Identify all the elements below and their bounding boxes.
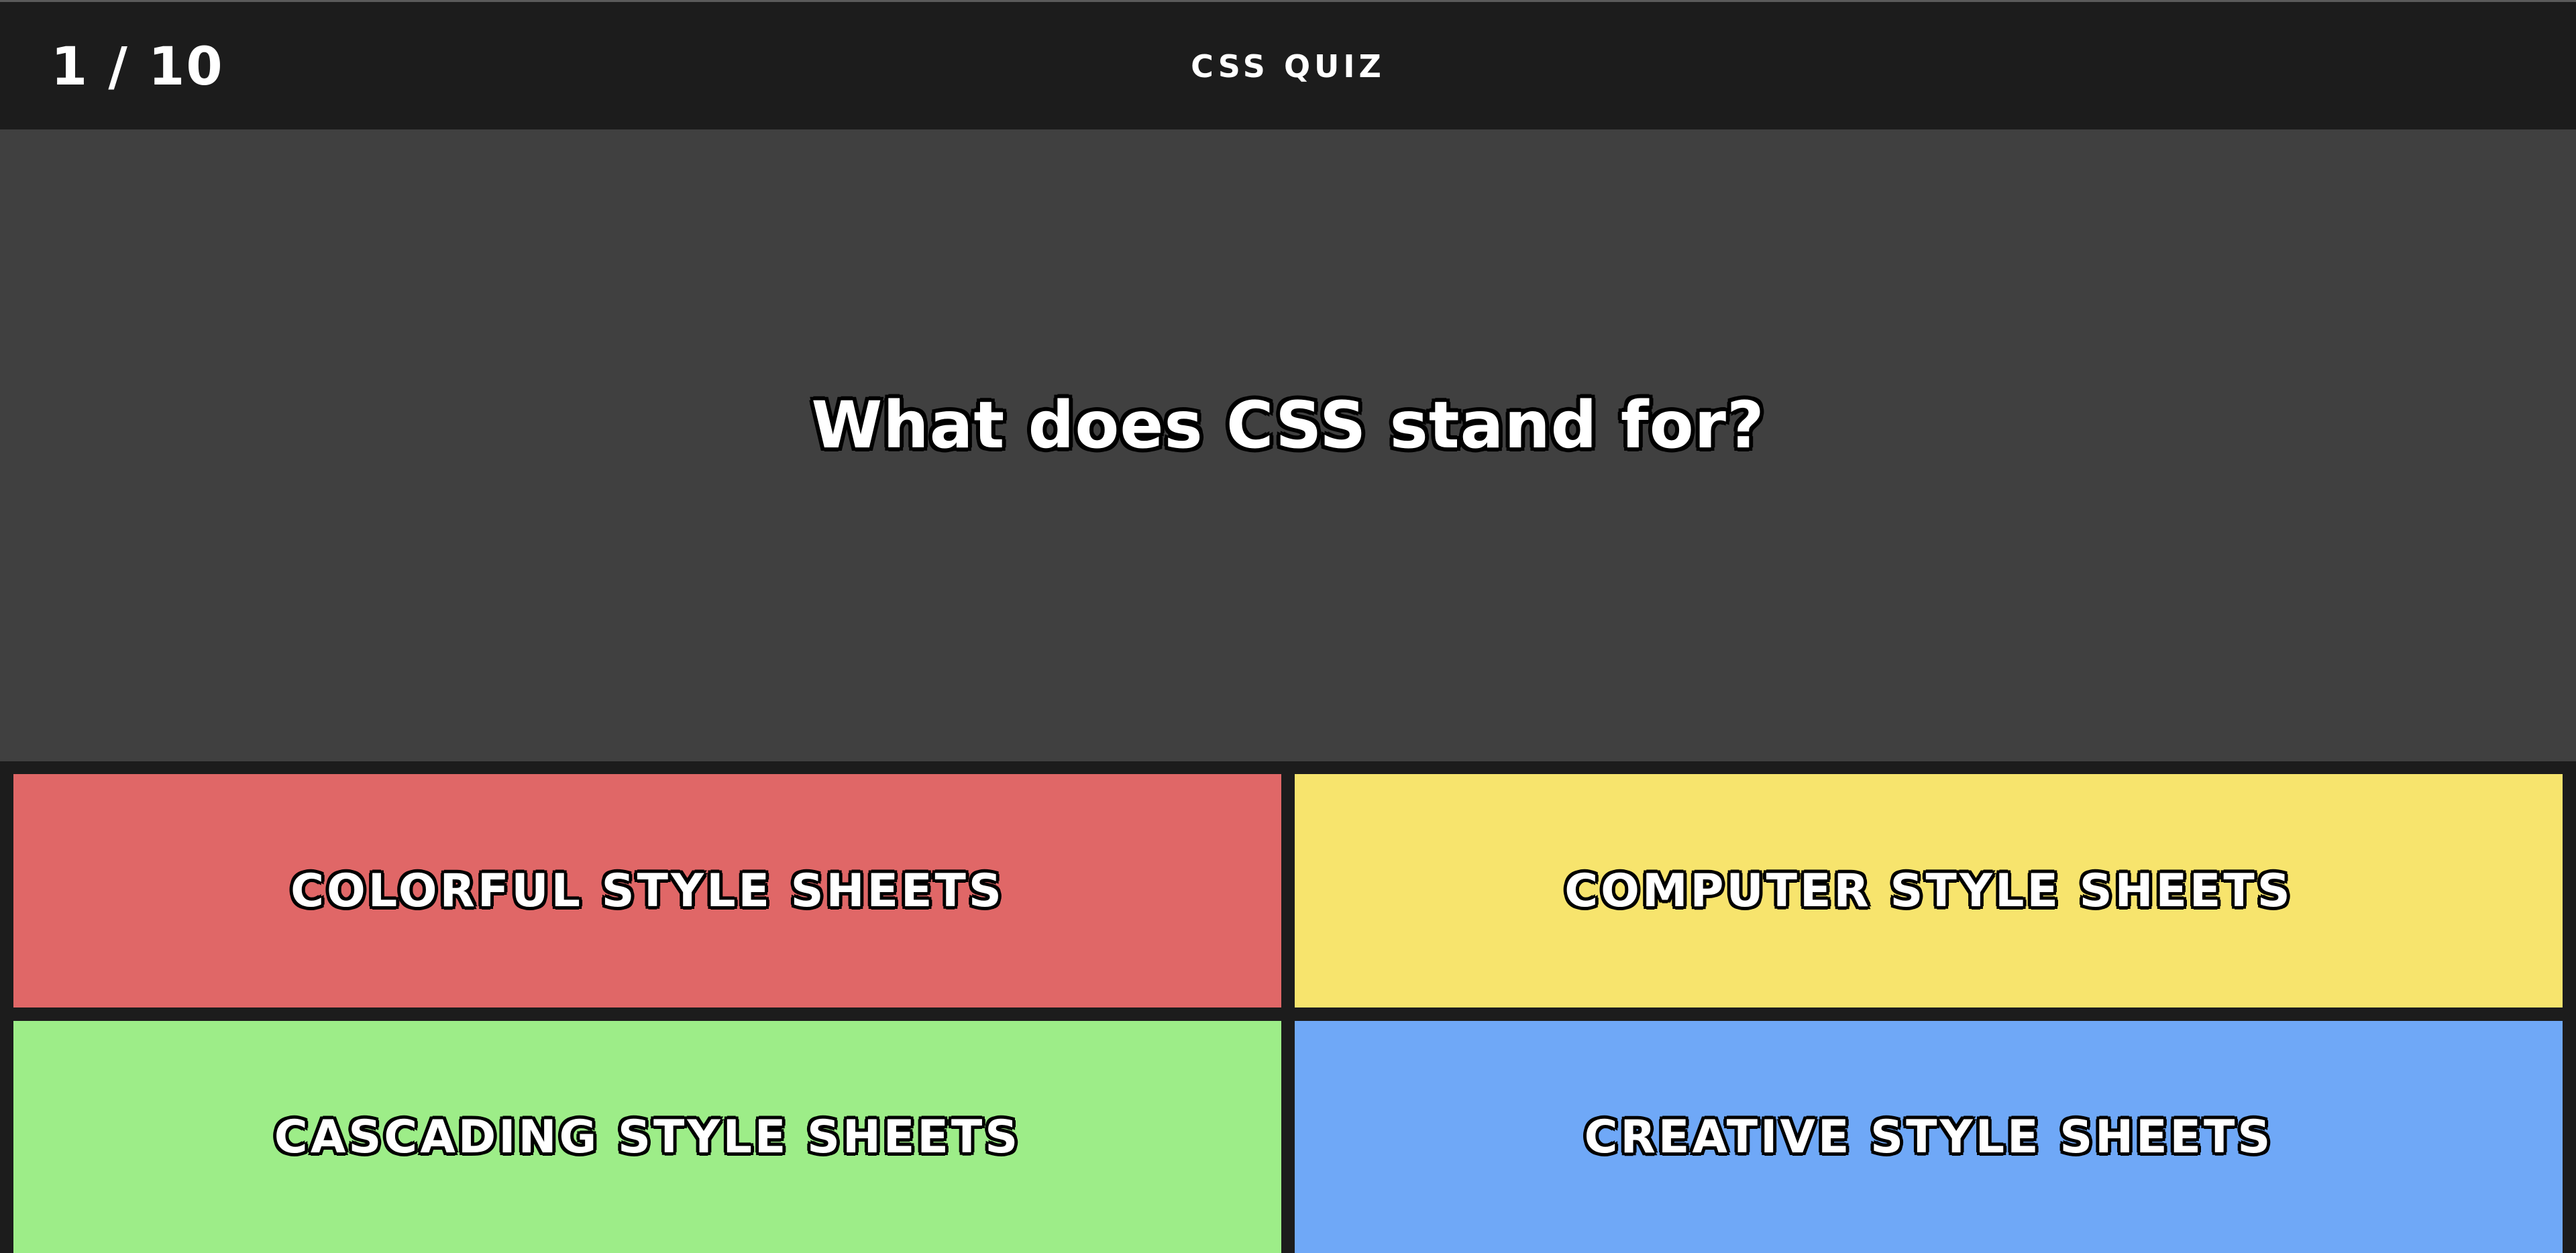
quiz-title: CSS QUIZ [1191,48,1385,85]
question-text: What does CSS stand for? [811,388,1765,463]
answer-option-label: COMPUTER STYLE SHEETS [1564,864,2293,918]
quiz-page: 1 / 10 CSS QUIZ What does CSS stand for?… [0,0,2576,1253]
answer-option-4[interactable]: CREATIVE STYLE SHEETS [1295,1021,2563,1253]
answer-option-label: COLORFUL STYLE SHEETS [290,864,1004,918]
quiz-header: 1 / 10 CSS QUIZ [0,2,2576,129]
answer-option-1[interactable]: COLORFUL STYLE SHEETS [13,774,1281,1007]
answer-option-label: CASCADING STYLE SHEETS [274,1110,1021,1164]
answer-grid: COLORFUL STYLE SHEETS COMPUTER STYLE SHE… [0,761,2576,1253]
answer-option-label: CREATIVE STYLE SHEETS [1584,1110,2273,1164]
answer-option-3[interactable]: CASCADING STYLE SHEETS [13,1021,1281,1253]
answer-option-2[interactable]: COMPUTER STYLE SHEETS [1295,774,2563,1007]
question-panel: What does CSS stand for? [0,129,2576,761]
